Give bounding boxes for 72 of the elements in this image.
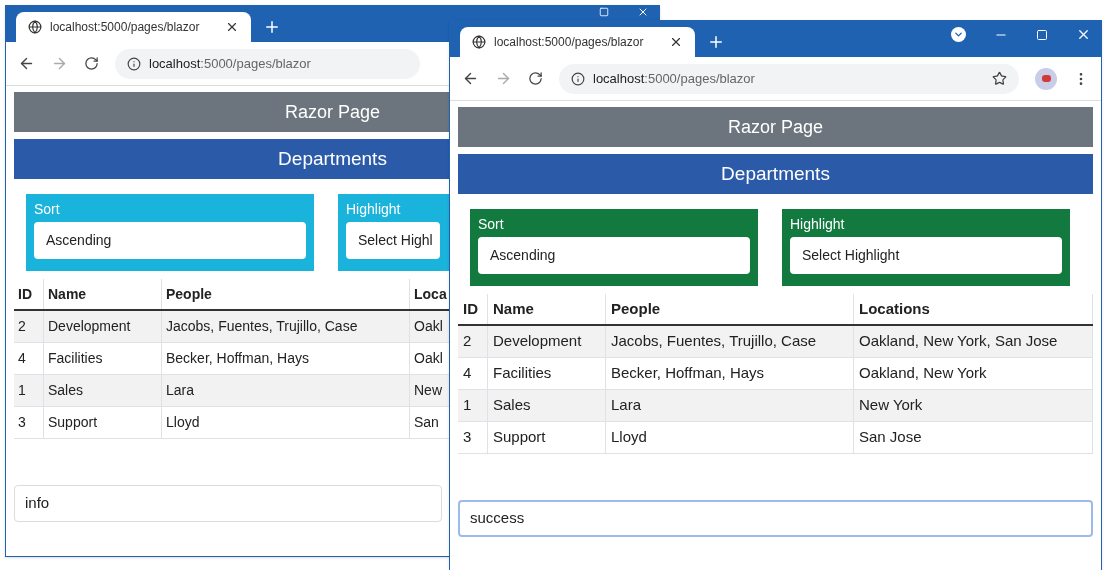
column-header: People [606,294,854,324]
reload-icon[interactable] [84,56,99,71]
maximize-icon[interactable] [599,7,609,17]
select-field[interactable]: Ascending [478,237,750,274]
table-cell: 3 [14,407,44,438]
table-cell: San Jose [854,422,1093,453]
select-field[interactable]: Select Highl [346,222,440,259]
maximize-icon[interactable] [1036,28,1048,41]
table-cell: Development [488,326,606,357]
filter-label: Highlight [346,200,402,219]
filter-label: Sort [34,200,61,219]
table-cell: Sales [44,375,162,406]
star-icon[interactable] [992,71,1007,86]
table-cell: 2 [14,311,44,342]
table-cell: Becker, Hoffman, Hays [606,358,854,389]
table-cell: Facilities [488,358,606,389]
url-text: localhost:5000/pages/blazor [149,54,312,73]
globe-icon [472,35,486,49]
table-cell: 4 [458,358,488,389]
table-cell: Becker, Hoffman, Hays [162,343,410,374]
address-bar[interactable]: localhost:5000/pages/blazor [115,48,420,79]
column-header: ID [458,294,488,324]
back-icon[interactable] [18,55,35,72]
column-header: People [162,279,410,309]
table-cell: New York [854,390,1093,421]
select-field[interactable]: Select Highlight [790,237,1062,274]
table-cell: 4 [14,343,44,374]
column-header: Locations [854,294,1093,324]
message-field[interactable]: success [458,500,1093,537]
new-tab-icon[interactable] [707,33,725,51]
close-window-icon[interactable] [1076,27,1091,42]
table-cell: Oakland, New York, San Jose [854,326,1093,357]
table-cell: Support [44,407,162,438]
filter-label: Sort [478,215,505,234]
dropdown-icon[interactable] [951,27,966,42]
select-field[interactable]: Ascending [34,222,306,259]
column-header: ID [14,279,44,309]
url-text: localhost:5000/pages/blazor [593,69,756,88]
globe-icon [28,20,42,34]
filter-label: Highlight [790,215,846,234]
close-window-icon[interactable] [637,6,649,18]
table-cell: Development [44,311,162,342]
page-header: Razor Page [458,107,1093,147]
browser-tab[interactable]: localhost:5000/pages/blazor [16,12,251,42]
table-cell: Lloyd [606,422,854,453]
message-field[interactable]: info [14,485,442,522]
table-cell: Oakland, New York [854,358,1093,389]
new-tab-icon[interactable] [263,18,281,36]
table-cell: Jacobs, Fuentes, Trujillo, Case [606,326,854,357]
table-cell: Lloyd [162,407,410,438]
avatar-icon[interactable] [1035,67,1057,90]
table-cell: 3 [458,422,488,453]
column-header: Name [44,279,162,309]
browser-tab[interactable]: localhost:5000/pages/blazor [460,27,695,57]
table-cell: 1 [14,375,44,406]
column-header: Name [488,294,606,324]
address-bar[interactable]: localhost:5000/pages/blazor [559,63,1019,94]
table-cell: Sales [488,390,606,421]
table-cell: Lara [606,390,854,421]
table-cell: Support [488,422,606,453]
reload-icon[interactable] [528,71,543,86]
page-title: Departments [458,154,1093,194]
table-cell: 2 [458,326,488,357]
table-cell: Lara [162,375,410,406]
table-cell: Facilities [44,343,162,374]
info-icon [127,56,141,71]
close-tab-icon[interactable] [669,35,683,49]
close-tab-icon[interactable] [225,20,239,34]
back-icon[interactable] [462,70,479,87]
table-cell: Jacobs, Fuentes, Trujillo, Case [162,311,410,342]
table-cell: 1 [458,390,488,421]
info-icon [571,71,585,86]
